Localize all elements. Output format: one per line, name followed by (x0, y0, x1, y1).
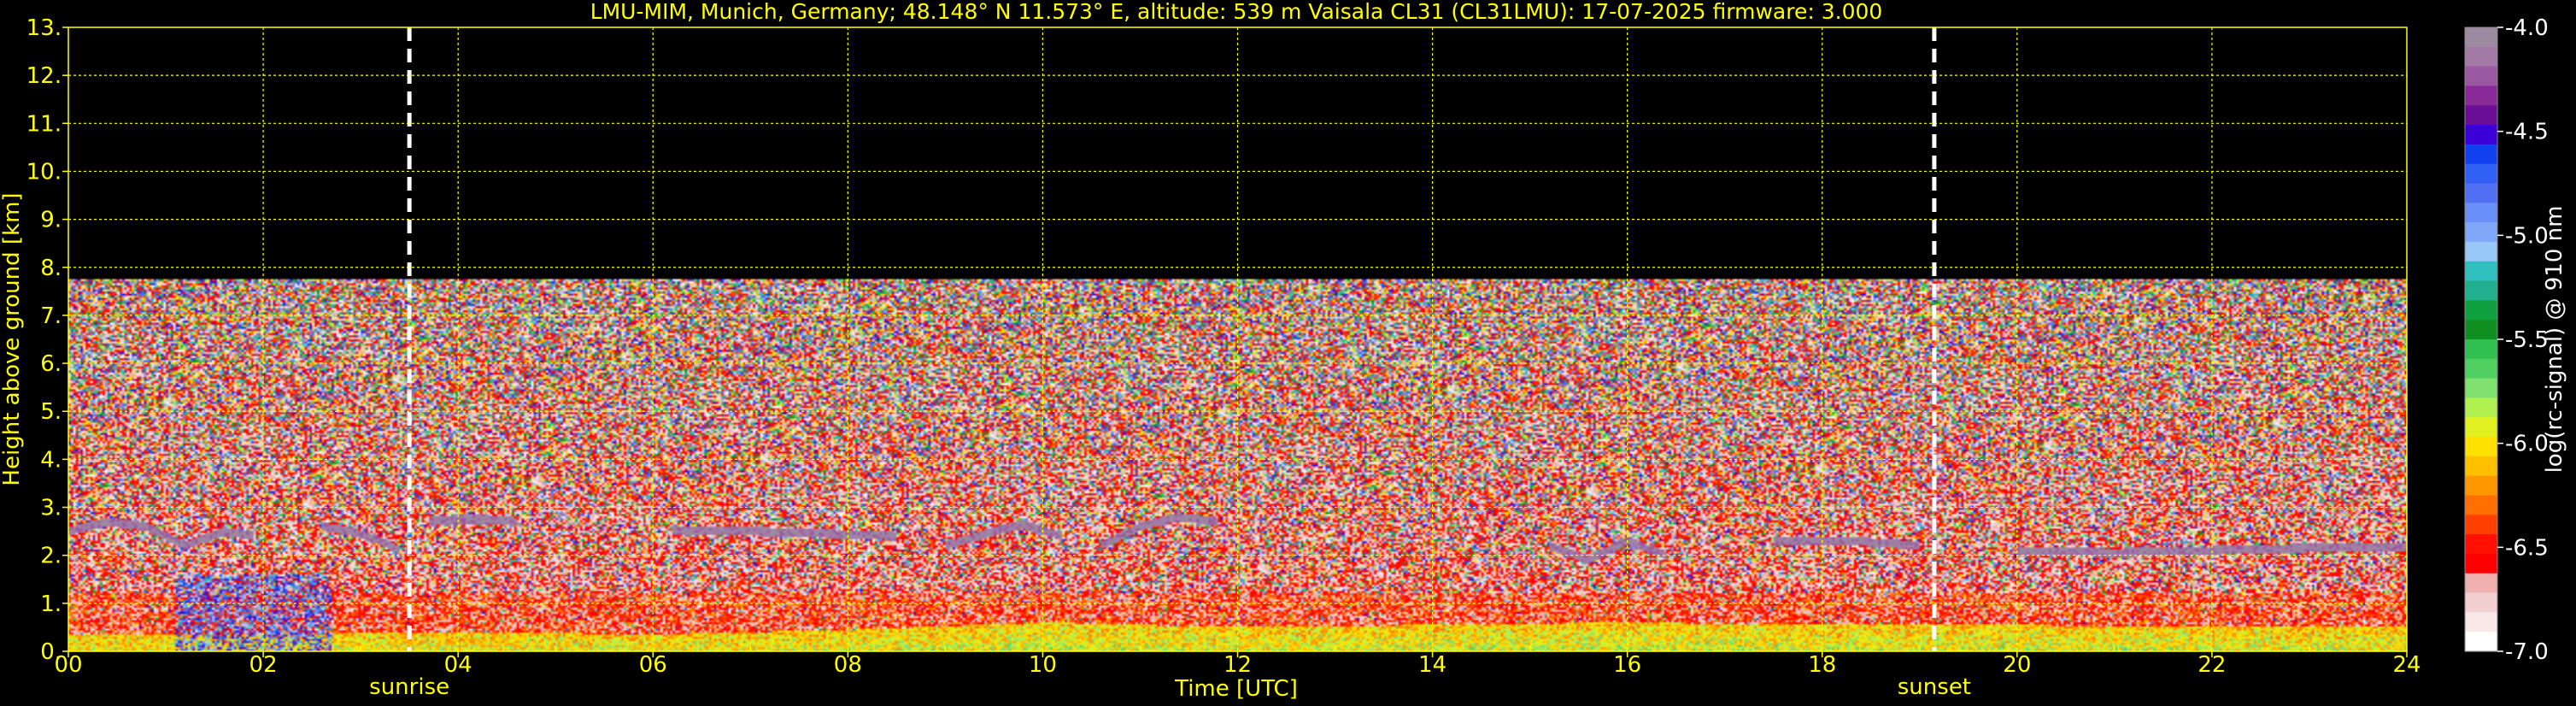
colorbar-segment (2465, 475, 2497, 497)
sunset-label: sunset (1898, 674, 1971, 700)
tick-label-y: 2. (40, 544, 62, 569)
colorbar-segment (2465, 280, 2497, 301)
colorbar-segment (2465, 125, 2497, 145)
chart-title: LMU-MIM, Munich, Germany; 48.148° N 11.5… (590, 0, 1883, 24)
tick-label-x: 20 (2003, 652, 2031, 678)
colorbar-segment (2465, 553, 2497, 574)
tick-label-y: 0. (40, 639, 62, 665)
colorbar-segment (2465, 85, 2497, 106)
tick-label-y: 8. (40, 256, 62, 281)
colorbar-segment (2465, 456, 2497, 477)
colorbar-segment (2465, 163, 2497, 185)
colorbar-segment (2465, 261, 2497, 282)
tick-label-y: 10. (26, 159, 62, 185)
colorbar-segment (2465, 300, 2497, 321)
colorbar-segment (2465, 66, 2497, 87)
colorbar-tick-label: -6.5 (2505, 535, 2549, 561)
tick-label-x: 24 (2392, 652, 2421, 678)
tick-label-y: 13. (26, 15, 62, 41)
colorbar-tick-label: -6.0 (2505, 432, 2549, 457)
tick-label-x: 06 (639, 652, 667, 678)
ceilometer-chart: LMU-MIM, Munich, Germany; 48.148° N 11.5… (0, 0, 2576, 706)
colorbar-segment (2465, 339, 2497, 360)
tick-label-y: 7. (40, 303, 62, 329)
colorbar-segment (2465, 320, 2497, 340)
colorbar-segment (2465, 437, 2497, 457)
colorbar-segment (2465, 358, 2497, 379)
colorbar-segment (2465, 222, 2497, 243)
sunrise-label: sunrise (369, 674, 449, 700)
tick-label-y: 3. (40, 496, 62, 521)
colorbar-segment (2465, 632, 2497, 652)
tick-label-x: 18 (1808, 652, 1836, 678)
colorbar-segment (2465, 378, 2497, 399)
colorbar-segment (2465, 534, 2497, 555)
colorbar-segment (2465, 612, 2497, 632)
tick-label-y: 5. (40, 399, 62, 425)
tick-label-y: 1. (40, 591, 62, 617)
y-axis-label: Height above ground [km] (0, 192, 25, 485)
colorbar-segment (2465, 183, 2497, 203)
x-axis-label: Time [UTC] (1174, 676, 1298, 702)
tick-label-y: 9. (40, 208, 62, 233)
tick-label-y: 11. (26, 111, 62, 137)
colorbar-segment (2465, 573, 2497, 594)
tick-label-y: 6. (40, 351, 62, 377)
colorbar-tick-label: -5.5 (2505, 327, 2549, 353)
colorbar-segment (2465, 46, 2497, 68)
tick-label-x: 10 (1029, 652, 1057, 678)
colorbar-segment (2465, 592, 2497, 613)
colorbar-segment (2465, 241, 2497, 262)
tick-label-x: 22 (2198, 652, 2226, 678)
colorbar-segment (2465, 203, 2497, 223)
colorbar-segment (2465, 144, 2497, 165)
tick-label-x: 04 (444, 652, 472, 678)
tick-label-x: 14 (1418, 652, 1446, 678)
tick-label-x: 02 (249, 652, 278, 678)
tick-label-y: 12. (26, 63, 62, 89)
colorbar-tick-label: -4.0 (2505, 15, 2549, 41)
colorbar-tick-label: -5.0 (2505, 223, 2549, 249)
tick-label-x: 08 (834, 652, 862, 678)
colorbar-segment (2465, 27, 2497, 48)
tick-label-x: 16 (1613, 652, 1641, 678)
colorbar-segment (2465, 417, 2497, 438)
colorbar-segment (2465, 515, 2497, 535)
plot-area: sunrise sunset00 02 04 06 08 10 12 14 16 18 20 22 240… (26, 15, 2421, 700)
colorbar-segment (2465, 495, 2497, 515)
colorbar-segment (2465, 397, 2497, 418)
colorbar-tick-label: -4.5 (2505, 120, 2549, 145)
colorbar-segment (2465, 105, 2497, 126)
tick-label-x: 12 (1223, 652, 1252, 678)
tick-label-y: 4. (40, 447, 62, 473)
colorbar-tick-label: -7.0 (2505, 639, 2549, 665)
